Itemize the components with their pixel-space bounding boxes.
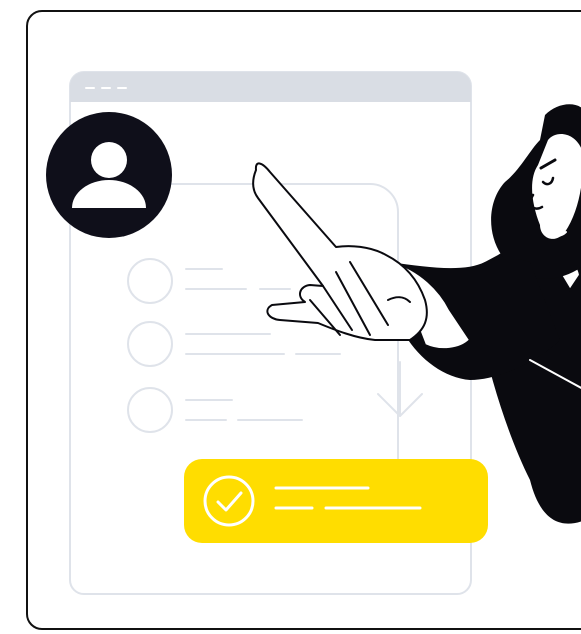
hand-pointing-illustration [46, 71, 581, 595]
confirmation-banner [184, 459, 488, 543]
window-titlebar [70, 72, 471, 102]
user-avatar-icon [46, 112, 172, 238]
